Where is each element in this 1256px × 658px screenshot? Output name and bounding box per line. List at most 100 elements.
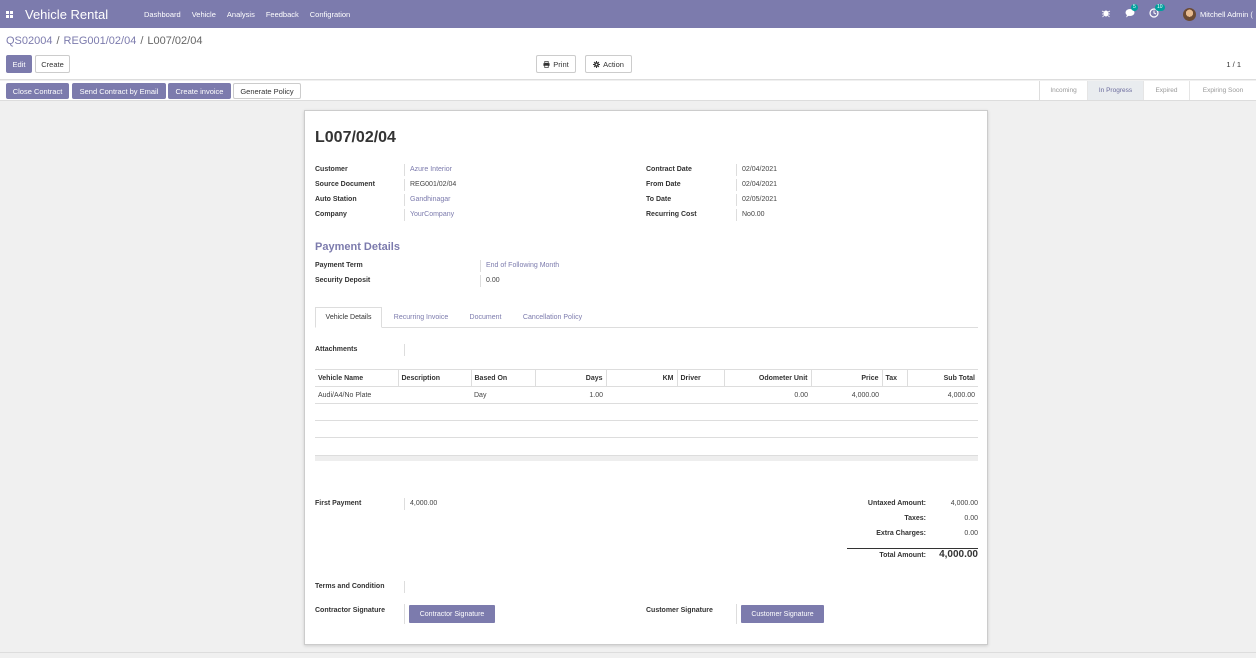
taxes-value: 0.00	[964, 515, 978, 522]
payment-term-value[interactable]: End of Following Month	[480, 260, 559, 272]
first-payment-label: First Payment	[315, 500, 362, 507]
pager-value[interactable]: 1 / 1	[1226, 60, 1241, 69]
menu-vehicle[interactable]: Vehicle	[192, 10, 216, 19]
customer-signature-button[interactable]: Customer Signature	[741, 605, 824, 623]
security-deposit-label: Security Deposit	[315, 277, 371, 284]
create-button[interactable]: Create	[35, 55, 70, 73]
print-icon	[543, 60, 550, 68]
menu-feedback[interactable]: Feedback	[266, 10, 299, 19]
col-based-on[interactable]: Based On	[471, 369, 536, 387]
recurring-cost-label: Recurring Cost	[646, 211, 697, 218]
breadcrumb-item-quotation[interactable]: QS02004	[6, 35, 52, 47]
col-description[interactable]: Description	[398, 369, 472, 387]
breadcrumb-item-registration[interactable]: REG001/02/04	[64, 35, 137, 47]
tab-document[interactable]: Document	[462, 307, 509, 328]
generate-policy-button[interactable]: Generate Policy	[233, 83, 301, 99]
gear-icon	[593, 60, 601, 68]
stage-incoming[interactable]: Incoming	[1040, 81, 1088, 100]
company-value[interactable]: YourCompany	[404, 209, 454, 221]
table-row[interactable]: Audi/A4/No Plate Day 1.00 0.00 4,000.00 …	[315, 386, 978, 404]
stage-expiring-soon[interactable]: Expiring Soon	[1190, 81, 1256, 100]
table-empty-row	[315, 403, 978, 421]
user-name[interactable]: Mitchell Admin (	[1200, 10, 1256, 19]
menu-analysis[interactable]: Analysis	[227, 10, 255, 19]
first-payment-value: 4,000.00	[404, 498, 437, 510]
breadcrumb-item-current: L007/02/04	[147, 35, 203, 47]
activities-badge: 10	[1155, 4, 1165, 11]
breadcrumb: QS02004/REG001/02/04/L007/02/04	[6, 35, 203, 47]
create-invoice-button[interactable]: Create invoice	[168, 83, 231, 99]
col-sub-total[interactable]: Sub Total	[907, 369, 978, 387]
messages-icon[interactable]: 5	[1125, 4, 1138, 20]
col-driver[interactable]: Driver	[677, 369, 725, 387]
vehicle-lines-table: Vehicle Name Description Based On Days K…	[315, 369, 978, 438]
cell-tax	[882, 386, 907, 404]
menu-dashboard[interactable]: Dashboard	[144, 10, 181, 19]
customer-signature-label: Customer Signature	[646, 607, 713, 614]
statusbar: Close Contract Send Contract by Email Cr…	[0, 81, 1256, 101]
table-empty-row	[315, 420, 978, 438]
company-label: Company	[315, 211, 347, 218]
cell-price: 4,000.00	[811, 386, 882, 404]
send-contract-email-button[interactable]: Send Contract by Email	[72, 83, 166, 99]
extra-charges-row: Extra Charges: 0.00	[847, 530, 978, 545]
user-avatar[interactable]	[1183, 7, 1196, 21]
taxes-row: Taxes: 0.00	[847, 515, 978, 530]
auto-station-value[interactable]: Gandhinagar	[404, 194, 450, 206]
stage-expired[interactable]: Expired	[1144, 81, 1190, 100]
security-deposit-value: 0.00	[480, 275, 500, 287]
recurring-cost-value: No0.00	[736, 209, 765, 221]
total-amount-row: Total Amount: 4,000.00	[847, 548, 978, 565]
col-tax[interactable]: Tax	[882, 369, 908, 387]
taxes-label: Taxes:	[904, 515, 926, 522]
extra-charges-value: 0.00	[964, 530, 978, 537]
to-date-value: 02/05/2021	[736, 194, 777, 206]
app-title[interactable]: Vehicle Rental	[25, 7, 135, 22]
total-amount-label: Total Amount:	[879, 552, 926, 559]
total-amount-value: 4,000.00	[939, 549, 978, 560]
contractor-signature-button[interactable]: Contractor Signature	[409, 605, 495, 623]
col-days[interactable]: Days	[535, 369, 607, 387]
menu-configration[interactable]: Configration	[310, 10, 350, 19]
col-vehicle-name[interactable]: Vehicle Name	[315, 369, 399, 387]
source-document-label: Source Document	[315, 181, 375, 188]
extra-charges-label: Extra Charges:	[876, 530, 926, 537]
apps-menu-icon[interactable]	[2, 7, 16, 21]
record-title: L007/02/04	[315, 129, 396, 146]
customer-value[interactable]: Azure Interior	[404, 164, 452, 176]
action-label: Action	[603, 59, 624, 69]
table-header-row: Vehicle Name Description Based On Days K…	[315, 369, 978, 387]
cell-odometer-unit: 0.00	[724, 386, 811, 404]
activities-clock-icon[interactable]: 10	[1149, 4, 1165, 20]
attachments-field[interactable]	[404, 344, 405, 356]
terms-label: Terms and Condition	[315, 583, 385, 590]
payment-term-label: Payment Term	[315, 262, 363, 269]
cell-vehicle-name: Audi/A4/No Plate	[315, 386, 398, 404]
print-button[interactable]: Print	[536, 55, 576, 73]
cell-based-on: Day	[471, 386, 535, 404]
customer-label: Customer	[315, 166, 348, 173]
to-date-label: To Date	[646, 196, 672, 203]
col-price[interactable]: Price	[811, 369, 883, 387]
tab-vehicle-details[interactable]: Vehicle Details	[315, 307, 382, 328]
cell-sub-total: 4,000.00	[907, 386, 978, 404]
bug-icon[interactable]	[1101, 8, 1113, 20]
print-label: Print	[553, 59, 569, 69]
tab-cancellation-policy[interactable]: Cancellation Policy	[514, 307, 591, 328]
close-contract-button[interactable]: Close Contract	[6, 83, 69, 99]
cell-description	[398, 386, 471, 404]
stage-in-progress[interactable]: In Progress	[1088, 81, 1144, 100]
action-button[interactable]: Action	[585, 55, 632, 73]
top-navbar: Vehicle Rental Dashboard Vehicle Analysi…	[0, 0, 1256, 28]
cell-driver	[677, 386, 724, 404]
col-km[interactable]: KM	[606, 369, 678, 387]
source-document-value: REG001/02/04	[404, 179, 456, 191]
payment-details-heading: Payment Details	[315, 241, 400, 253]
attachments-label: Attachments	[315, 346, 358, 353]
terms-field[interactable]	[404, 581, 405, 593]
col-odometer-unit[interactable]: Odometer Unit	[724, 369, 812, 387]
edit-button[interactable]: Edit	[6, 55, 32, 73]
cell-km	[606, 386, 677, 404]
cell-days: 1.00	[535, 386, 606, 404]
tab-recurring-invoice[interactable]: Recurring Invoice	[385, 307, 457, 328]
